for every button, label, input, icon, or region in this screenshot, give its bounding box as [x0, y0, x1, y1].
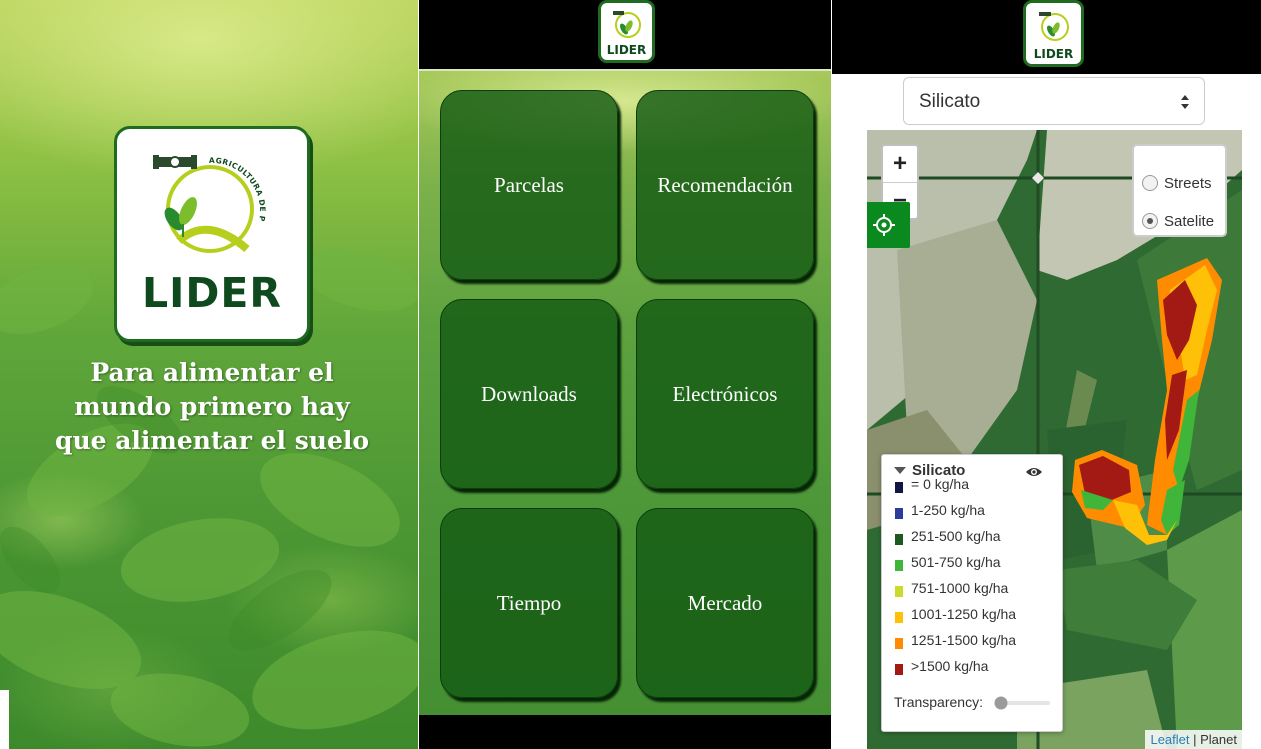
base-layer-control: Streets Satelite: [1132, 144, 1227, 237]
slogan-line-2: mundo primero hay: [74, 392, 350, 421]
map-legend: Silicato = 0 kg/ha 1-250 kg/ha 251-500 k…: [881, 454, 1063, 732]
legend-item: >1500 kg/ha: [895, 656, 988, 676]
tile-downloads[interactable]: Downloads: [440, 299, 618, 489]
leaflet-link[interactable]: Leaflet: [1150, 732, 1189, 747]
layer-option-label: Streets: [1164, 174, 1212, 192]
legend-swatch: [895, 663, 903, 675]
streets-radio[interactable]: [1142, 175, 1158, 191]
legend-label: 1251-1500 kg/ha: [911, 632, 1017, 648]
legend-item: 1251-1500 kg/ha: [895, 630, 1016, 650]
satelite-radio[interactable]: [1142, 213, 1158, 229]
map-attribution: Leaflet | Planet: [1145, 730, 1242, 749]
legend-swatch: [895, 533, 903, 545]
bottom-bar: [419, 715, 831, 749]
eye-icon[interactable]: [1025, 465, 1043, 479]
slogan-line-3: que alimentar el suelo: [54, 426, 370, 455]
legend-swatch: [895, 507, 903, 519]
tile-label: Tiempo: [496, 590, 562, 615]
zoom-in-button[interactable]: +: [883, 146, 917, 183]
legend-item: 751-1000 kg/ha: [895, 578, 1008, 598]
legend-item: 251-500 kg/ha: [895, 526, 1001, 546]
planet-attribution: Planet: [1200, 732, 1237, 747]
splash-screen: AGRICULTURA DE PRECISIÓN LIDER Para alim…: [0, 0, 418, 749]
tile-label: Electrónicos: [672, 381, 778, 406]
slogan-line-1: Para alimentar el: [90, 358, 334, 387]
legend-swatch: [895, 481, 903, 493]
legend-item: 501-750 kg/ha: [895, 552, 1001, 572]
crosshair-icon: [873, 214, 895, 236]
tile-tiempo[interactable]: Tiempo: [440, 508, 618, 698]
locate-button[interactable]: [867, 202, 910, 248]
layer-option-streets[interactable]: Streets: [1142, 172, 1212, 194]
legend-label: 501-750 kg/ha: [911, 554, 1001, 570]
layer-option-label: Satelite: [1164, 212, 1215, 230]
lider-logo: AGRICULTURA DE PRECISIÓN LIDER: [114, 126, 310, 342]
header-logo[interactable]: LIDER: [1023, 0, 1084, 67]
legend-label: >1500 kg/ha: [911, 658, 989, 674]
header-logo-word: LIDER: [606, 43, 647, 57]
legend-label: 251-500 kg/ha: [911, 528, 1001, 544]
tile-label: Downloads: [481, 381, 577, 406]
slogan: Para alimentar el mundo primero hay que …: [30, 356, 394, 458]
legend-swatch: [895, 611, 903, 623]
legend-item: 1001-1250 kg/ha: [895, 604, 1016, 624]
agriculture-emblem-icon: [1039, 12, 1069, 41]
logo-wordmark: LIDER: [142, 269, 282, 317]
collapse-triangle-icon: [894, 467, 906, 474]
tile-label: Mercado: [687, 590, 763, 615]
layer-select-value: Silicato: [919, 91, 981, 112]
tile-recomendacion[interactable]: Recomendación: [636, 90, 814, 280]
legend-swatch: [895, 559, 903, 571]
tile-mercado[interactable]: Mercado: [636, 508, 814, 698]
legend-label: 1-250 kg/ha: [911, 502, 985, 518]
map-screen: LIDER Silicato + − Streets Satelite Sili…: [832, 0, 1261, 749]
legend-label: 751-1000 kg/ha: [911, 580, 1009, 596]
transparency-slider[interactable]: [994, 693, 1050, 713]
top-bar: LIDER: [832, 0, 1261, 74]
select-arrows-icon: [1181, 95, 1189, 109]
menu-grid: Parcelas Recomendación Downloads Electró…: [419, 69, 831, 715]
tile-electronicos[interactable]: Electrónicos: [636, 299, 814, 489]
screen-edge: [0, 690, 9, 749]
legend-swatch: [895, 585, 903, 597]
layer-select[interactable]: Silicato: [903, 77, 1205, 125]
transparency-label: Transparency:: [894, 694, 983, 710]
layer-option-satelite[interactable]: Satelite: [1142, 210, 1214, 232]
map-view[interactable]: + − Streets Satelite Silicato = 0 kg/ha …: [867, 130, 1242, 749]
menu-screen: LIDER Parcelas Recomendación Downloads E…: [419, 0, 831, 749]
agriculture-emblem-icon: [613, 11, 641, 38]
top-bar: LIDER: [419, 0, 831, 69]
legend-label: 1001-1250 kg/ha: [911, 606, 1017, 622]
legend-label: = 0 kg/ha: [911, 476, 969, 492]
attribution-separator: |: [1189, 732, 1201, 747]
header-logo-word: LIDER: [1033, 47, 1074, 61]
tile-label: Recomendación: [657, 172, 793, 197]
legend-item: = 0 kg/ha: [895, 474, 969, 494]
tile-label: Parcelas: [494, 172, 564, 197]
legend-swatch: [895, 637, 903, 649]
agriculture-emblem-icon: AGRICULTURA DE PRECISIÓN: [117, 129, 267, 253]
header-logo[interactable]: LIDER: [598, 0, 655, 63]
tile-parcelas[interactable]: Parcelas: [440, 90, 618, 280]
legend-item: 1-250 kg/ha: [895, 500, 985, 520]
